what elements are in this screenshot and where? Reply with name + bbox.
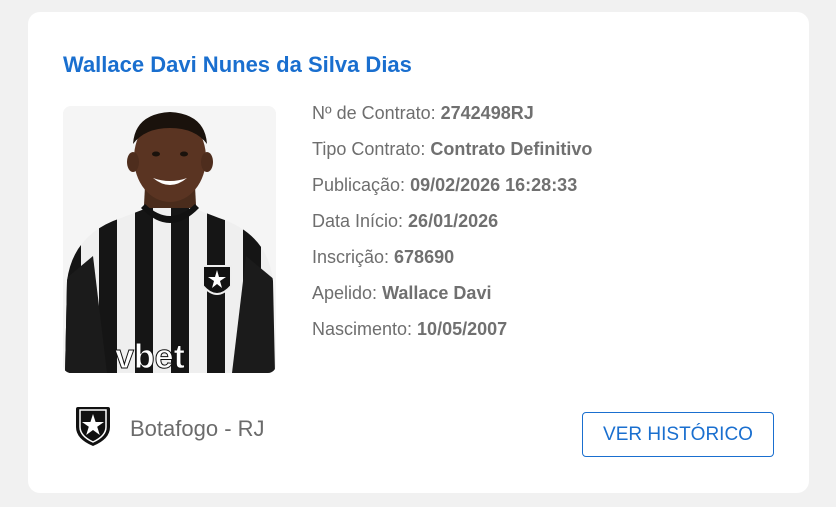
contract-number-value: 2742498RJ xyxy=(440,103,534,123)
birth-value: 10/05/2007 xyxy=(417,319,508,339)
contract-info: Nº de Contrato: 2742498RJ Tipo Contrato:… xyxy=(312,100,782,352)
contract-number-row: Nº de Contrato: 2742498RJ xyxy=(312,100,782,136)
shirt-sponsor: vbet xyxy=(115,338,185,373)
view-history-button[interactable]: VER HISTÓRICO xyxy=(582,412,774,457)
registration-value: 678690 xyxy=(394,247,455,267)
player-name: Wallace Davi Nunes da Silva Dias xyxy=(63,52,412,77)
contract-number-label: Nº de Contrato: xyxy=(312,103,441,123)
botafogo-star-shield-icon xyxy=(74,405,112,452)
publication-value: 09/02/2026 16:28:33 xyxy=(410,175,578,195)
club-info: Botafogo - RJ xyxy=(74,405,265,452)
nickname-label: Apelido: xyxy=(312,283,383,303)
contract-type-label: Tipo Contrato: xyxy=(312,139,431,159)
nickname-row: Apelido: Wallace Davi xyxy=(312,280,782,316)
contract-type-row: Tipo Contrato: Contrato Definitivo xyxy=(312,136,782,172)
start-date-value: 26/01/2026 xyxy=(408,211,499,231)
player-photo: vbet xyxy=(63,106,276,373)
club-name: Botafogo - RJ xyxy=(130,415,265,441)
nickname-value: Wallace Davi xyxy=(382,283,492,303)
publication-label: Publicação: xyxy=(312,175,411,195)
publication-row: Publicação: 09/02/2026 16:28:33 xyxy=(312,172,782,208)
registration-label: Inscrição: xyxy=(312,247,395,267)
birth-row: Nascimento: 10/05/2007 xyxy=(312,316,782,352)
contract-type-value: Contrato Definitivo xyxy=(430,139,593,159)
start-date-row: Data Início: 26/01/2026 xyxy=(312,208,782,244)
birth-label: Nascimento: xyxy=(312,319,418,339)
start-date-label: Data Início: xyxy=(312,211,409,231)
player-card: Wallace Davi Nunes da Silva Dias vbet Nº… xyxy=(28,12,809,493)
registration-row: Inscrição: 678690 xyxy=(312,244,782,280)
